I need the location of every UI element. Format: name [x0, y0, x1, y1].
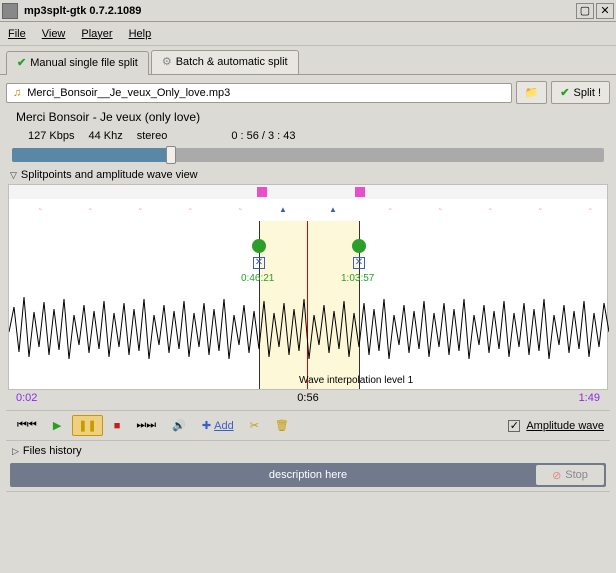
axis-right: 1:49: [579, 392, 600, 404]
play-button[interactable]: ▶: [48, 416, 66, 435]
menu-player[interactable]: Player: [81, 28, 112, 40]
tab-label: Batch & automatic split: [176, 56, 288, 68]
delete-splitpoint[interactable]: ✕: [353, 257, 365, 269]
axis-mid: 0:56: [297, 392, 318, 404]
tick-mark: ⏑: [539, 205, 542, 215]
axis-left: 0:02: [16, 392, 37, 404]
expand-icon[interactable]: ▷: [12, 446, 19, 457]
plus-icon: ✚: [202, 419, 211, 432]
app-icon: [2, 3, 18, 19]
split-label: Split !: [573, 87, 601, 99]
description-text: description here: [269, 469, 347, 481]
section-title: Splitpoints and amplitude wave view: [21, 169, 198, 181]
cut-button[interactable]: ✂: [245, 416, 264, 435]
splitpoint-time: 0:46:21: [241, 273, 274, 284]
bitrate: 127 Kbps: [28, 130, 74, 142]
volume-button[interactable]: 🔊: [167, 416, 191, 435]
description-bar: description here ⊘ Stop: [10, 463, 606, 487]
marker-square[interactable]: [257, 187, 267, 197]
remove-button[interactable]: 🗑: [270, 416, 294, 435]
next-button[interactable]: ⏭⏭: [131, 416, 161, 435]
stop-label: Stop: [565, 469, 588, 481]
track-title: Merci Bonsoir - Je veux (only love): [6, 104, 610, 126]
music-icon: ♫: [13, 87, 21, 99]
menu-help[interactable]: Help: [129, 28, 152, 40]
stop-icon: ⊘: [552, 469, 561, 482]
tab-batch-split[interactable]: ⚙ Batch & automatic split: [151, 50, 299, 74]
prev-button[interactable]: ⏮⏮: [12, 416, 42, 435]
menu-file[interactable]: File: [8, 28, 26, 40]
stop-task-button[interactable]: ⊘ Stop: [536, 465, 604, 485]
maximize-button[interactable]: ▢: [576, 3, 594, 19]
amplitude-label: Amplitude wave: [526, 420, 604, 432]
close-button[interactable]: ✕: [596, 3, 614, 19]
tick-mark: ⏑: [139, 205, 142, 215]
progress-fill: [12, 148, 166, 162]
file-name: Merci_Bonsoir__Je_veux_Only_love.mp3: [27, 87, 230, 99]
samplerate: 44 Khz: [88, 130, 122, 142]
pause-button[interactable]: ❚❚: [72, 415, 102, 436]
tick-mark: ⏑: [439, 205, 442, 215]
wave-view[interactable]: ⏑ ⏑ ⏑ ⏑ ⏑ ▲ ▲ ⏑ ⏑ ⏑ ⏑ ⏑ ✕ ✕ 0:46:21 1:03…: [8, 184, 608, 390]
add-button[interactable]: ✚ Add: [197, 416, 239, 435]
channels: stereo: [137, 130, 168, 142]
stop-button[interactable]: ■: [109, 417, 126, 435]
expand-icon[interactable]: ▽: [10, 170, 17, 181]
chain-icon: ⚙: [162, 55, 172, 68]
tick-mark: ⏑: [239, 205, 242, 215]
window-title: mp3splt-gtk 0.7.2.1089: [24, 5, 574, 17]
check-icon: ✔: [560, 86, 569, 99]
tick-mark: ▲: [279, 205, 287, 214]
browse-button[interactable]: 📁: [516, 81, 548, 104]
splitpoint-time: 1:03:57: [341, 273, 374, 284]
status-bar: [6, 491, 610, 505]
waveform: [9, 287, 609, 377]
progress-bar[interactable]: [12, 148, 604, 162]
tick-mark: ⏑: [189, 205, 192, 215]
tick-mark: ⏑: [89, 205, 92, 215]
tick-mark: ⏑: [39, 205, 42, 215]
tick-mark: ⏑: [489, 205, 492, 215]
wave-interpolation-label: Wave interpolation level 1: [299, 375, 413, 386]
tab-manual-split[interactable]: ✔ Manual single file split: [6, 51, 149, 75]
split-button[interactable]: ✔ Split !: [551, 81, 610, 104]
add-label: Add: [214, 420, 234, 432]
tab-label: Manual single file split: [30, 57, 138, 69]
file-input[interactable]: ♫ Merci_Bonsoir__Je_veux_Only_love.mp3: [6, 83, 512, 103]
delete-splitpoint[interactable]: ✕: [253, 257, 265, 269]
check-icon: ✔: [17, 56, 26, 69]
tick-mark: ⏑: [389, 205, 392, 215]
folder-icon: 📁: [525, 86, 539, 99]
splitpoint-handle[interactable]: [352, 239, 366, 253]
menu-view[interactable]: View: [42, 28, 66, 40]
files-history-label: Files history: [23, 445, 82, 457]
splitpoint-handle[interactable]: [252, 239, 266, 253]
tick-mark: ⏑: [589, 205, 592, 215]
position: 0 : 56 / 3 : 43: [231, 130, 295, 142]
progress-thumb[interactable]: [166, 146, 176, 164]
amplitude-checkbox[interactable]: ✓: [508, 420, 520, 432]
tick-mark: ▲: [329, 205, 337, 214]
marker-square[interactable]: [355, 187, 365, 197]
